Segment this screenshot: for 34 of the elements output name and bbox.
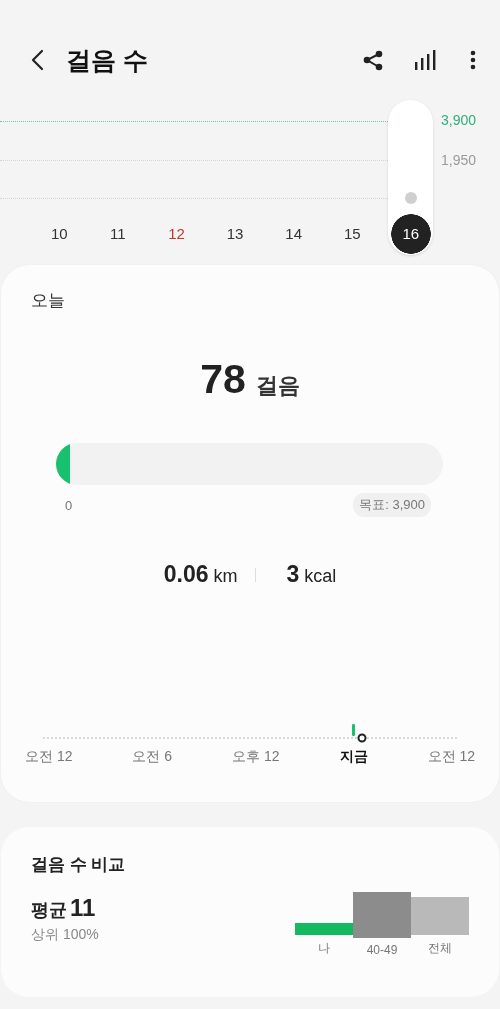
page-title: 걸음 수 — [66, 44, 149, 76]
average-value: 11 — [70, 894, 96, 922]
average-label: 평균 — [31, 899, 67, 922]
unit-label: km — [213, 566, 238, 587]
time-label: 오전 12 — [25, 748, 73, 766]
day-label[interactable]: 14 — [264, 214, 323, 254]
bar-chart-icon[interactable] — [415, 50, 436, 70]
unit-label: kcal — [304, 566, 337, 587]
share-icon[interactable] — [363, 49, 383, 71]
day-label[interactable]: 13 — [205, 214, 265, 254]
day-label[interactable]: 11 — [88, 214, 148, 254]
activity-marker-icon — [352, 724, 367, 743]
goal-label: 목표: 3,900 — [353, 493, 431, 517]
section-title: 걸음 수 비교 — [31, 854, 127, 876]
step-count: 78 — [200, 356, 246, 403]
time-label: 오후 12 — [232, 748, 280, 766]
unit-label: 걸음 — [255, 372, 300, 400]
day-label[interactable]: 10 — [30, 214, 89, 254]
time-label: 오전 6 — [132, 748, 173, 766]
day-label[interactable]: 15 — [322, 214, 382, 254]
day-label[interactable]: 12 — [147, 214, 206, 254]
card-title: 오늘 — [31, 290, 66, 312]
calories-value: 3 — [286, 561, 300, 588]
time-label: 오전 12 — [427, 748, 475, 766]
bar-label: 나 — [318, 940, 330, 957]
goal-value: 3,900 — [441, 112, 477, 128]
more-icon[interactable] — [470, 50, 476, 70]
bar-label: 40-49 — [366, 943, 398, 957]
rank-text: 상위 100% — [31, 926, 99, 944]
scale-label: 0 — [65, 497, 73, 513]
axis-value: 1,950 — [441, 152, 477, 168]
current-time-label: 지금 — [339, 748, 368, 766]
bar-label: 전체 — [428, 940, 452, 957]
distance-value: 0.06 — [163, 561, 209, 588]
